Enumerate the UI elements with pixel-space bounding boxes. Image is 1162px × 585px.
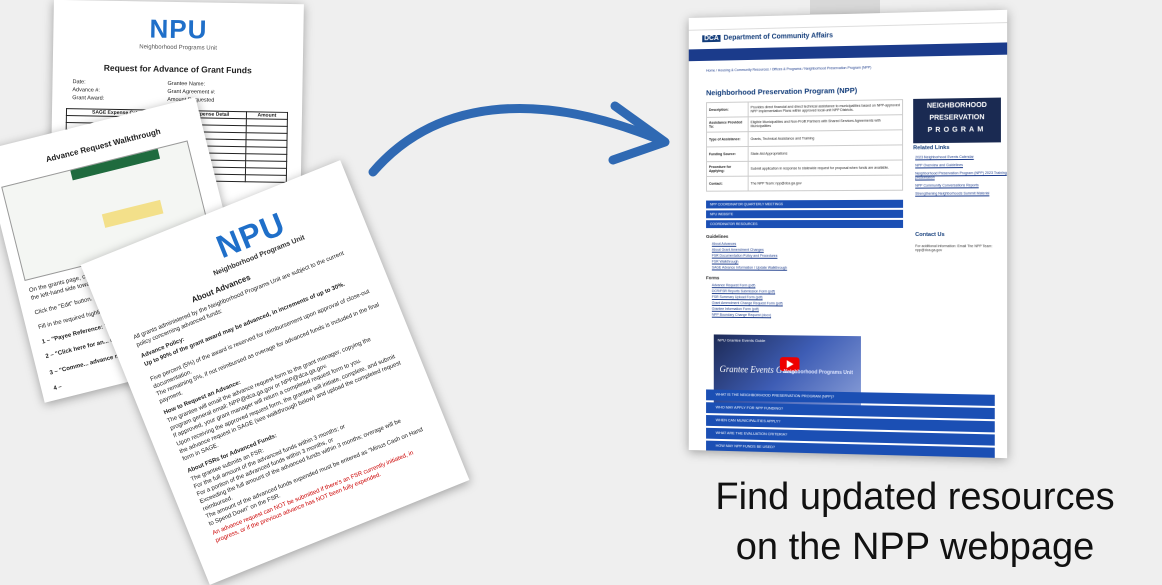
main-nav[interactable] <box>688 42 1008 62</box>
guideline-link[interactable]: About Grant Amendment Changes <box>712 248 764 252</box>
form-link[interactable]: FSR Summary Upload Form (pdf) <box>712 295 763 299</box>
guideline-link[interactable]: FSR Documentation Policy and Procedures <box>712 254 778 258</box>
npu-logo: NPU Neighborhood Programs Unit <box>211 205 306 278</box>
form-link[interactable]: Advance Request Form (pdf) <box>712 283 756 287</box>
guideline-link[interactable]: FSR Walkthrough <box>712 260 739 264</box>
form-link[interactable]: NPP Boundary Change Request (docx) <box>712 313 771 318</box>
form-title: Request for Advance of Grant Funds <box>103 62 252 76</box>
related-link[interactable]: NPP Community Conversations Reports <box>915 183 979 187</box>
accordion-coordinator-meetings[interactable]: NPP COORDINATOR QUARTERLY MEETINGS <box>706 199 904 209</box>
npp-webpage-screenshot: DCA Department of Community Affairs Home … <box>688 9 1008 459</box>
accordion-coordinator-resources[interactable]: COORDINATOR RESOURCES <box>706 219 904 229</box>
related-link[interactable]: NPP Overview and Guidelines <box>915 163 963 167</box>
related-link[interactable]: 2023 Neighborhood Events Calendar <box>915 155 974 160</box>
form-fields-left: Date: Advance #: Grant Award: <box>72 79 105 102</box>
related-link[interactable]: Neighborhood Preservation Program (NPP) … <box>915 171 1007 180</box>
npp-info-table: Description: Provides direct financial an… <box>706 99 903 192</box>
browser-tab-shape <box>810 0 880 14</box>
forms-heading: Forms <box>706 275 720 281</box>
related-link[interactable]: Strengthening Neighborhoods Summit Mater… <box>915 191 989 195</box>
guideline-link[interactable]: SAGE Advance Information / Update Walkth… <box>712 266 787 270</box>
contact-heading: Contact Us <box>915 231 945 239</box>
breadcrumb[interactable]: Home / Housing & Community Resources / O… <box>706 65 871 72</box>
npp-banner: NEIGHBORHOOD PRESERVATION PROGRAM <box>913 97 1001 144</box>
guideline-link[interactable]: About Advances <box>712 242 736 246</box>
form-link[interactable]: DCR/FSR Reports Submission Form (pdf) <box>712 289 775 293</box>
guidelines-heading: Guidelines <box>706 234 729 239</box>
form-link[interactable]: Grantee Information Form (pdf) <box>712 307 759 311</box>
related-links-heading: Related Links <box>913 144 950 152</box>
arrow-graphic <box>368 101 670 177</box>
caption-text: Find updated resources on the NPP webpag… <box>715 476 1115 568</box>
accordion-npu-website[interactable]: NPU WEBSITE <box>706 209 904 219</box>
page-title: Neighborhood Preservation Program (NPP) <box>706 85 858 98</box>
form-link[interactable]: Grant Amendment Change Request Form (pdf… <box>712 301 783 306</box>
contact-text: For additional information: Email The NP… <box>915 244 993 253</box>
dca-brand: DCA Department of Community Affairs <box>702 32 834 43</box>
npu-logo: NPU Neighborhood Programs Unit <box>139 13 218 52</box>
